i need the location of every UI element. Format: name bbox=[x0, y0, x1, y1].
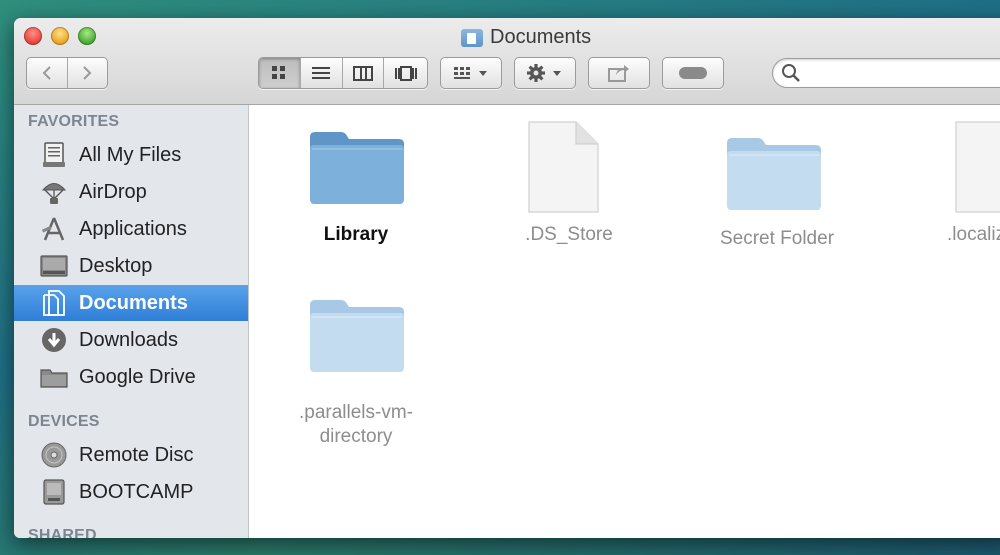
file-browser: Library .DS_Store Secret Folder .localiz… bbox=[249, 105, 1000, 538]
action-button[interactable] bbox=[514, 57, 576, 89]
chevron-left-icon bbox=[42, 66, 51, 80]
section-header-shared: SHARED bbox=[28, 527, 97, 538]
coverflow-view-button[interactable] bbox=[384, 58, 427, 88]
file-name-line1: .parallels-vm- bbox=[298, 402, 414, 423]
sidebar: FAVORITES All My Files AirDrop Applicati… bbox=[14, 105, 249, 538]
tags-button[interactable] bbox=[662, 57, 724, 89]
sidebar-item-airdrop[interactable]: AirDrop bbox=[14, 174, 248, 210]
coverflow-view-icon bbox=[394, 65, 417, 81]
sidebar-item-remote-disc[interactable]: Remote Disc bbox=[14, 437, 248, 473]
arrange-icon bbox=[454, 67, 487, 79]
arrange-button[interactable] bbox=[440, 57, 502, 89]
airdrop-icon bbox=[40, 178, 68, 206]
sidebar-item-bootcamp[interactable]: BOOTCAMP bbox=[14, 474, 248, 510]
search-icon bbox=[782, 64, 800, 82]
downloads-icon bbox=[40, 326, 68, 354]
document-icon bbox=[955, 121, 1000, 213]
title-bar: Documents bbox=[14, 18, 1000, 105]
all-files-icon bbox=[40, 141, 68, 169]
icon-view-button[interactable] bbox=[259, 58, 301, 88]
folder-icon bbox=[40, 363, 68, 391]
share-button[interactable] bbox=[588, 57, 650, 89]
sidebar-item-label: Desktop bbox=[79, 254, 153, 277]
sidebar-item-label: Remote Disc bbox=[79, 443, 194, 466]
document-icon bbox=[528, 121, 599, 213]
documents-icon bbox=[40, 289, 68, 317]
sidebar-item-documents[interactable]: Documents bbox=[14, 285, 248, 321]
documents-folder-icon bbox=[461, 28, 483, 47]
column-view-icon bbox=[352, 65, 373, 81]
sidebar-item-downloads[interactable]: Downloads bbox=[14, 322, 248, 358]
zoom-button[interactable] bbox=[78, 27, 96, 45]
share-icon bbox=[608, 65, 629, 82]
search-field[interactable] bbox=[772, 58, 1000, 88]
section-header-favorites: FAVORITES bbox=[28, 113, 120, 130]
disc-icon bbox=[40, 441, 68, 469]
back-button[interactable] bbox=[27, 58, 68, 88]
sidebar-item-label: Google Drive bbox=[79, 365, 196, 388]
sidebar-item-label: All My Files bbox=[79, 143, 182, 166]
sidebar-item-label: Documents bbox=[79, 291, 188, 314]
section-header-devices: DEVICES bbox=[28, 413, 100, 430]
folder-icon bbox=[310, 300, 404, 372]
desktop-icon bbox=[40, 252, 68, 280]
sidebar-item-all-my-files[interactable]: All My Files bbox=[14, 137, 248, 173]
back-forward-control bbox=[26, 57, 108, 89]
list-view-button[interactable] bbox=[301, 58, 343, 88]
file-item-library[interactable]: Library bbox=[249, 105, 469, 275]
file-name: .localiz bbox=[947, 224, 1000, 245]
drive-icon bbox=[40, 478, 68, 506]
file-item-ds-store[interactable]: .DS_Store bbox=[469, 105, 669, 275]
file-item-secret-folder[interactable]: Secret Folder bbox=[679, 105, 879, 275]
sidebar-item-label: BOOTCAMP bbox=[79, 480, 194, 503]
close-button[interactable] bbox=[24, 27, 42, 45]
minimize-button[interactable] bbox=[51, 27, 69, 45]
sidebar-item-desktop[interactable]: Desktop bbox=[14, 248, 248, 284]
file-name: Library bbox=[323, 224, 389, 245]
forward-button[interactable] bbox=[68, 58, 108, 88]
file-name: Secret Folder bbox=[719, 228, 835, 249]
file-name: .DS_Store bbox=[525, 224, 613, 245]
finder-window: Documents FAVORITES All My Files AirDrop… bbox=[14, 18, 1000, 538]
sidebar-item-label: Applications bbox=[79, 217, 187, 240]
file-name-line2: directory bbox=[319, 426, 393, 447]
gear-icon bbox=[527, 64, 561, 82]
folder-icon bbox=[310, 132, 404, 204]
sidebar-item-label: Downloads bbox=[79, 328, 178, 351]
window-title-text: Documents bbox=[490, 26, 592, 48]
file-item-localized[interactable]: .localiz bbox=[909, 105, 1000, 275]
sidebar-item-label: AirDrop bbox=[79, 180, 147, 203]
list-view-icon bbox=[312, 67, 331, 79]
column-view-button[interactable] bbox=[343, 58, 385, 88]
folder-icon bbox=[727, 138, 821, 210]
window-controls bbox=[24, 27, 96, 45]
file-name: .parallels-vm- directory bbox=[261, 401, 451, 449]
tag-pill-icon bbox=[679, 67, 707, 79]
window-title: Documents bbox=[461, 26, 591, 49]
applications-icon bbox=[40, 215, 68, 243]
view-mode-control bbox=[258, 57, 428, 89]
sidebar-item-applications[interactable]: Applications bbox=[14, 211, 248, 247]
sidebar-item-google-drive[interactable]: Google Drive bbox=[14, 359, 248, 395]
chevron-right-icon bbox=[83, 66, 92, 80]
icon-view-icon bbox=[272, 66, 286, 79]
file-item-parallels-vm-directory[interactable]: .parallels-vm- directory bbox=[249, 295, 469, 465]
search-input[interactable] bbox=[805, 62, 1000, 86]
